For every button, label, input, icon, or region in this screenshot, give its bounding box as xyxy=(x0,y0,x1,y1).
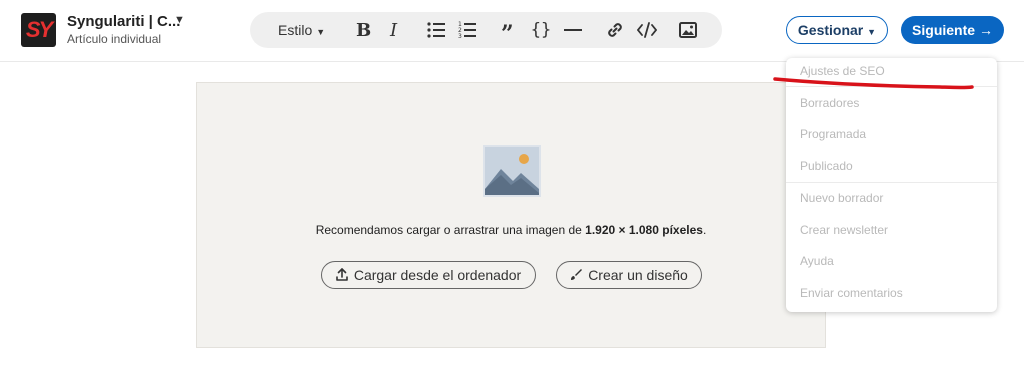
menu-item-create-newsletter[interactable]: Crear newsletter xyxy=(800,223,888,237)
recommend-suffix: . xyxy=(702,223,707,237)
chevron-down-icon: ▼ xyxy=(867,27,877,37)
create-design-button[interactable]: Crear un diseño xyxy=(556,261,702,289)
next-button[interactable]: Siguiente → xyxy=(901,16,1004,44)
upload-from-computer-button[interactable]: Cargar desde el ordenador xyxy=(321,261,536,289)
page-name[interactable]: Syngulariti | C... xyxy=(67,13,180,30)
recommend-size: 1.920 × 1.080 píxeles xyxy=(585,223,703,237)
upload-icon xyxy=(336,262,348,288)
bold-icon[interactable]: B xyxy=(352,12,374,48)
design-brush-icon xyxy=(570,262,583,288)
menu-item-published[interactable]: Publicado xyxy=(800,159,853,173)
recommend-prefix: Recomendamos cargar o arrastrar una imag… xyxy=(315,223,586,237)
style-label: Estilo xyxy=(278,22,313,38)
arrow-right-icon: → xyxy=(978,22,993,38)
link-icon[interactable] xyxy=(604,12,626,48)
upload-recommendation: Recomendamos cargar o arrastrar una imag… xyxy=(197,223,825,237)
style-dropdown[interactable]: Estilo ▼ xyxy=(278,12,325,48)
menu-item-help[interactable]: Ayuda xyxy=(800,254,834,268)
numbered-list-icon[interactable]: 123 xyxy=(456,12,478,48)
upload-button-label: Cargar desde el ordenador xyxy=(353,267,522,283)
chevron-down-icon[interactable]: ▼ xyxy=(174,14,185,26)
menu-item-drafts[interactable]: Borradores xyxy=(800,96,859,110)
quote-icon[interactable]: ” xyxy=(499,12,521,48)
bullet-list-icon[interactable] xyxy=(425,12,447,48)
cover-image-dropzone[interactable]: Recomendamos cargar o arrastrar una imag… xyxy=(196,82,826,348)
company-logo[interactable]: SY xyxy=(21,13,56,47)
menu-divider xyxy=(786,86,997,87)
svg-text:3: 3 xyxy=(458,33,462,39)
design-button-label: Crear un diseño xyxy=(588,267,688,283)
top-header: SY Syngulariti | C... Artículo individua… xyxy=(0,0,1024,62)
image-placeholder-icon xyxy=(483,145,541,202)
manage-label: Gestionar xyxy=(797,22,864,38)
chevron-down-icon: ▼ xyxy=(316,27,326,37)
italic-icon[interactable]: I xyxy=(384,12,406,48)
menu-divider xyxy=(786,182,997,183)
menu-item-seo-settings[interactable]: Ajustes de SEO xyxy=(800,64,885,78)
menu-item-scheduled[interactable]: Programada xyxy=(800,127,866,141)
formatting-toolbar: Estilo ▼ B I 123 ” {} xyxy=(250,12,722,48)
page-type: Artículo individual xyxy=(67,32,162,46)
embed-code-icon[interactable] xyxy=(636,12,658,48)
next-label: Siguiente xyxy=(912,22,976,38)
manage-dropdown-menu: Ajustes de SEO Borradores Programada Pub… xyxy=(786,58,997,312)
code-block-icon[interactable]: {} xyxy=(530,12,552,48)
svg-text:I: I xyxy=(389,21,398,39)
svg-text:B: B xyxy=(356,21,371,39)
menu-item-send-feedback[interactable]: Enviar comentarios xyxy=(800,286,903,300)
menu-item-new-draft[interactable]: Nuevo borrador xyxy=(800,191,883,205)
divider-icon[interactable] xyxy=(562,12,584,48)
manage-button[interactable]: Gestionar ▼ xyxy=(786,16,888,44)
svg-text:”: ” xyxy=(501,23,514,37)
image-icon[interactable] xyxy=(677,12,699,48)
